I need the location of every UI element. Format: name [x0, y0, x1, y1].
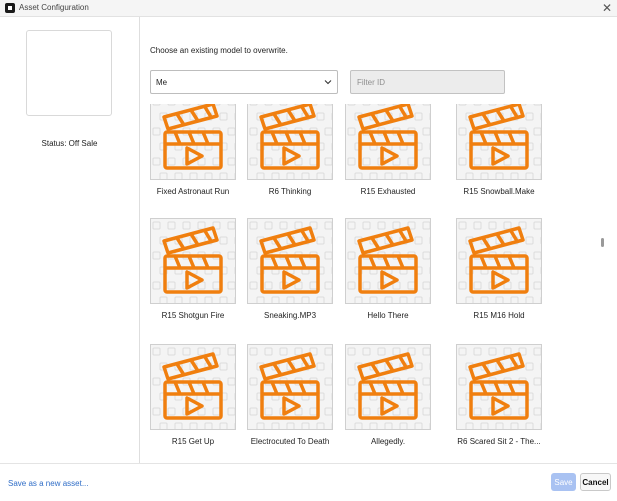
clapperboard-icon — [347, 347, 430, 429]
asset-thumbnail — [150, 104, 236, 180]
asset-thumbnail — [345, 218, 431, 304]
app-logo-icon — [5, 3, 15, 13]
footer-bar: Save as a new asset... Save Cancel — [0, 463, 617, 501]
asset-name: R15 Exhausted — [360, 187, 416, 196]
owner-dropdown-value: Me — [156, 78, 168, 87]
asset-name: R6 Thinking — [268, 187, 312, 196]
asset-name: Hello There — [367, 311, 409, 320]
asset-tile[interactable]: R15 Exhausted — [345, 104, 431, 204]
asset-name: Sneaking.MP3 — [263, 311, 317, 320]
asset-name: R15 Get Up — [171, 437, 215, 446]
asset-name: Fixed Astronaut Run — [156, 187, 230, 196]
asset-tile[interactable]: R15 Snowball.Make — [456, 104, 542, 204]
clapperboard-icon — [458, 104, 541, 179]
asset-name: R15 Snowball.Make — [463, 187, 535, 196]
window-title: Asset Configuration — [19, 3, 89, 12]
asset-thumbnail — [345, 344, 431, 430]
owner-dropdown[interactable]: Me — [150, 70, 338, 94]
asset-name: Electrocuted To Death — [250, 437, 330, 446]
cancel-button[interactable]: Cancel — [580, 473, 611, 491]
clapperboard-icon — [458, 221, 541, 303]
save-button[interactable]: Save — [551, 473, 576, 491]
asset-name: R15 M16 Hold — [473, 311, 525, 320]
close-icon[interactable]: ✕ — [602, 1, 612, 15]
asset-preview-panel: Status: Off Sale — [0, 17, 140, 463]
clapperboard-icon — [347, 221, 430, 303]
asset-thumbnail — [247, 344, 333, 430]
overwrite-prompt: Choose an existing model to overwrite. — [150, 46, 288, 55]
asset-thumbnail — [150, 344, 236, 430]
clapperboard-icon — [249, 104, 332, 179]
asset-tile[interactable]: Sneaking.MP3 — [247, 218, 333, 328]
clapperboard-icon — [249, 221, 332, 303]
save-as-new-link[interactable]: Save as a new asset... — [8, 479, 89, 488]
asset-thumbnail — [150, 218, 236, 304]
clapperboard-icon — [152, 221, 235, 303]
clapperboard-icon — [347, 104, 430, 179]
asset-name: R15 Shotgun Fire — [161, 311, 225, 320]
asset-tile[interactable]: Electrocuted To Death — [247, 344, 333, 454]
clapperboard-icon — [152, 347, 235, 429]
asset-thumbnail — [456, 218, 542, 304]
scrollbar-thumb[interactable] — [601, 238, 604, 247]
clapperboard-icon — [249, 347, 332, 429]
asset-tile[interactable]: R15 M16 Hold — [456, 218, 542, 328]
asset-thumbnail — [456, 344, 542, 430]
asset-thumbnail — [456, 104, 542, 180]
status-text: Status: Off Sale — [41, 139, 98, 148]
asset-thumbnail — [345, 104, 431, 180]
clapperboard-icon — [458, 347, 541, 429]
chevron-down-icon — [324, 80, 332, 85]
asset-tile[interactable]: Fixed Astronaut Run — [150, 104, 236, 204]
asset-thumbnail — [247, 104, 333, 180]
clapperboard-icon — [152, 104, 235, 179]
asset-tile[interactable]: R6 Thinking — [247, 104, 333, 204]
scrollbar[interactable] — [598, 104, 606, 462]
filter-id-input[interactable] — [350, 70, 505, 94]
asset-name: R6 Scared Sit 2 - The... — [457, 437, 541, 446]
title-bar: Asset Configuration ✕ — [0, 0, 617, 17]
asset-tile[interactable]: Hello There — [345, 218, 431, 328]
asset-tile[interactable]: R15 Get Up — [150, 344, 236, 454]
asset-thumbnail — [26, 30, 112, 116]
asset-thumbnail — [247, 218, 333, 304]
asset-name: Allegedly. — [370, 437, 406, 446]
asset-tile[interactable]: R6 Scared Sit 2 - The... — [456, 344, 542, 454]
asset-grid: Fixed Astronaut Run R6 Thinking R15 Exhaus… — [140, 104, 597, 462]
asset-tile[interactable]: Allegedly. — [345, 344, 431, 454]
asset-tile[interactable]: R15 Shotgun Fire — [150, 218, 236, 328]
